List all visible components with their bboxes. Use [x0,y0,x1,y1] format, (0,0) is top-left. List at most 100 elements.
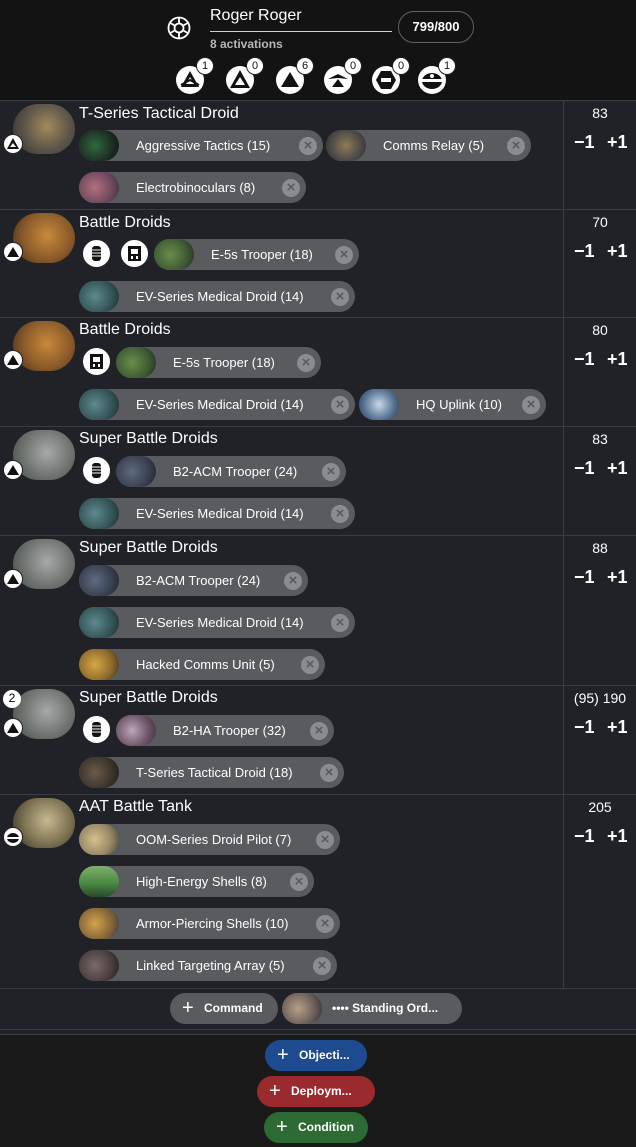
unit-row: 2 Super Battle Droids (95) 190 −1 +1 B2-… [0,686,636,795]
upgrade-thumbnail [79,757,119,788]
rank-commander[interactable]: 1 [176,57,214,94]
remove-upgrade-icon[interactable]: × [335,246,353,264]
command-card-row: + Command •••• Standing Ord... [0,989,636,1030]
remove-upgrade-icon[interactable]: × [310,722,328,740]
standing-orders-pill[interactable]: •••• Standing Ord... [282,993,462,1024]
grenades-keyword-icon[interactable] [81,238,112,269]
list-title[interactable]: Roger Roger [210,7,302,25]
unit-row: T-Series Tactical Droid 83 −1 +1 Aggress… [0,101,636,210]
upgrade-pill[interactable]: Aggressive Tactics (15) × [79,130,323,161]
add-command-button[interactable]: + Command [170,993,278,1024]
decrement-button[interactable]: −1 [574,132,595,153]
upgrade-pill[interactable]: Electrobinoculars (8) × [79,172,306,203]
increment-button[interactable]: +1 [607,349,628,370]
decrement-button[interactable]: −1 [574,826,595,847]
upgrade-pill[interactable]: B2-ACM Trooper (24) × [116,456,346,487]
unit-name[interactable]: T-Series Tactical Droid [79,105,239,123]
remove-upgrade-icon[interactable]: × [290,873,308,891]
upgrade-pill[interactable]: High-Energy Shells (8) × [79,866,314,897]
remove-upgrade-icon[interactable]: × [313,957,331,975]
comms-keyword-icon[interactable] [119,238,150,269]
grenades-keyword-icon[interactable] [81,455,112,486]
upgrade-pill[interactable]: HQ Uplink (10) × [359,389,546,420]
add-deployment-button[interactable]: + Deploym... [257,1076,375,1107]
upgrade-label: B2-ACM Trooper (24) [136,573,261,588]
upgrade-pill[interactable]: Hacked Comms Unit (5) × [79,649,325,680]
commander-count: 1 [196,57,214,75]
upgrade-thumbnail [359,389,399,420]
operative-count: 0 [246,57,264,75]
objective-label: Objecti... [299,1048,350,1062]
increment-button[interactable]: +1 [607,241,628,262]
upgrade-pill[interactable]: B2-ACM Trooper (24) × [79,565,308,596]
upgrade-pill[interactable]: EV-Series Medical Droid (14) × [79,281,355,312]
upgrade-pill[interactable]: B2-HA Trooper (32) × [116,715,334,746]
remove-upgrade-icon[interactable]: × [522,396,540,414]
add-objective-button[interactable]: + Objecti... [265,1040,367,1071]
rank-heavy[interactable]: 1 [418,57,456,94]
remove-upgrade-icon[interactable]: × [507,137,525,155]
upgrade-pill[interactable]: E-5s Trooper (18) × [116,347,321,378]
upgrade-label: Linked Targeting Array (5) [136,958,285,973]
upgrade-thumbnail [116,347,156,378]
rank-special-forces[interactable]: 0 [324,57,362,94]
upgrade-pill[interactable]: EV-Series Medical Droid (14) × [79,498,355,529]
unit-name[interactable]: Super Battle Droids [79,430,218,448]
upgrade-pill[interactable]: EV-Series Medical Droid (14) × [79,389,355,420]
remove-upgrade-icon[interactable]: × [316,831,334,849]
increment-button[interactable]: +1 [607,132,628,153]
heavy-rank-icon [3,827,23,847]
upgrade-pill[interactable]: Comms Relay (5) × [326,130,531,161]
grenades-keyword-icon[interactable] [81,714,112,745]
increment-button[interactable]: +1 [607,826,628,847]
remove-upgrade-icon[interactable]: × [301,656,319,674]
remove-upgrade-icon[interactable]: × [299,137,317,155]
rank-corps[interactable]: 6 [276,57,314,94]
unit-name[interactable]: Battle Droids [79,321,171,339]
remove-upgrade-icon[interactable]: × [282,179,300,197]
upgrade-label: T-Series Tactical Droid (18) [136,765,293,780]
unit-name[interactable]: Super Battle Droids [79,689,218,707]
remove-upgrade-icon[interactable]: × [322,463,340,481]
upgrade-pill[interactable]: Armor-Piercing Shells (10) × [79,908,340,939]
upgrade-pill[interactable]: T-Series Tactical Droid (18) × [79,757,344,788]
corps-rank-icon [3,460,23,480]
remove-upgrade-icon[interactable]: × [331,396,349,414]
rank-operative[interactable]: 0 [226,57,264,94]
decrement-button[interactable]: −1 [574,241,595,262]
remove-upgrade-icon[interactable]: × [297,354,315,372]
upgrade-pill[interactable]: EV-Series Medical Droid (14) × [79,607,355,638]
battle-cards-area: + Objecti... + Deploym... + Condition [0,1034,636,1147]
upgrade-label: EV-Series Medical Droid (14) [136,615,304,630]
upgrade-pill[interactable]: E-5s Trooper (18) × [154,239,359,270]
activation-count: 8 activations [210,37,283,51]
unit-row: Super Battle Droids 83 −1 +1 B2-ACM Troo… [0,427,636,536]
remove-upgrade-icon[interactable]: × [284,572,302,590]
remove-upgrade-icon[interactable]: × [331,288,349,306]
increment-button[interactable]: +1 [607,717,628,738]
decrement-button[interactable]: −1 [574,458,595,479]
increment-button[interactable]: +1 [607,567,628,588]
unit-cost: 88 [592,540,608,556]
command-card-thumbnail [282,993,322,1024]
upgrade-pill[interactable]: Linked Targeting Array (5) × [79,950,337,981]
upgrade-label: E-5s Trooper (18) [173,355,275,370]
decrement-button[interactable]: −1 [574,717,595,738]
plus-icon: + [276,1116,288,1138]
remove-upgrade-icon[interactable]: × [331,505,349,523]
comms-keyword-icon[interactable] [81,346,112,377]
unit-name[interactable]: AAT Battle Tank [79,798,192,816]
add-condition-button[interactable]: + Condition [264,1112,368,1143]
upgrade-label: E-5s Trooper (18) [211,247,313,262]
rank-support[interactable]: 0 [372,57,410,94]
increment-button[interactable]: +1 [607,458,628,479]
decrement-button[interactable]: −1 [574,567,595,588]
decrement-button[interactable]: −1 [574,349,595,370]
unit-name[interactable]: Battle Droids [79,214,171,232]
remove-upgrade-icon[interactable]: × [331,614,349,632]
upgrade-pill[interactable]: OOM-Series Droid Pilot (7) × [79,824,340,855]
unit-name[interactable]: Super Battle Droids [79,539,218,557]
corps-rank-icon [3,350,23,370]
remove-upgrade-icon[interactable]: × [316,915,334,933]
remove-upgrade-icon[interactable]: × [320,764,338,782]
